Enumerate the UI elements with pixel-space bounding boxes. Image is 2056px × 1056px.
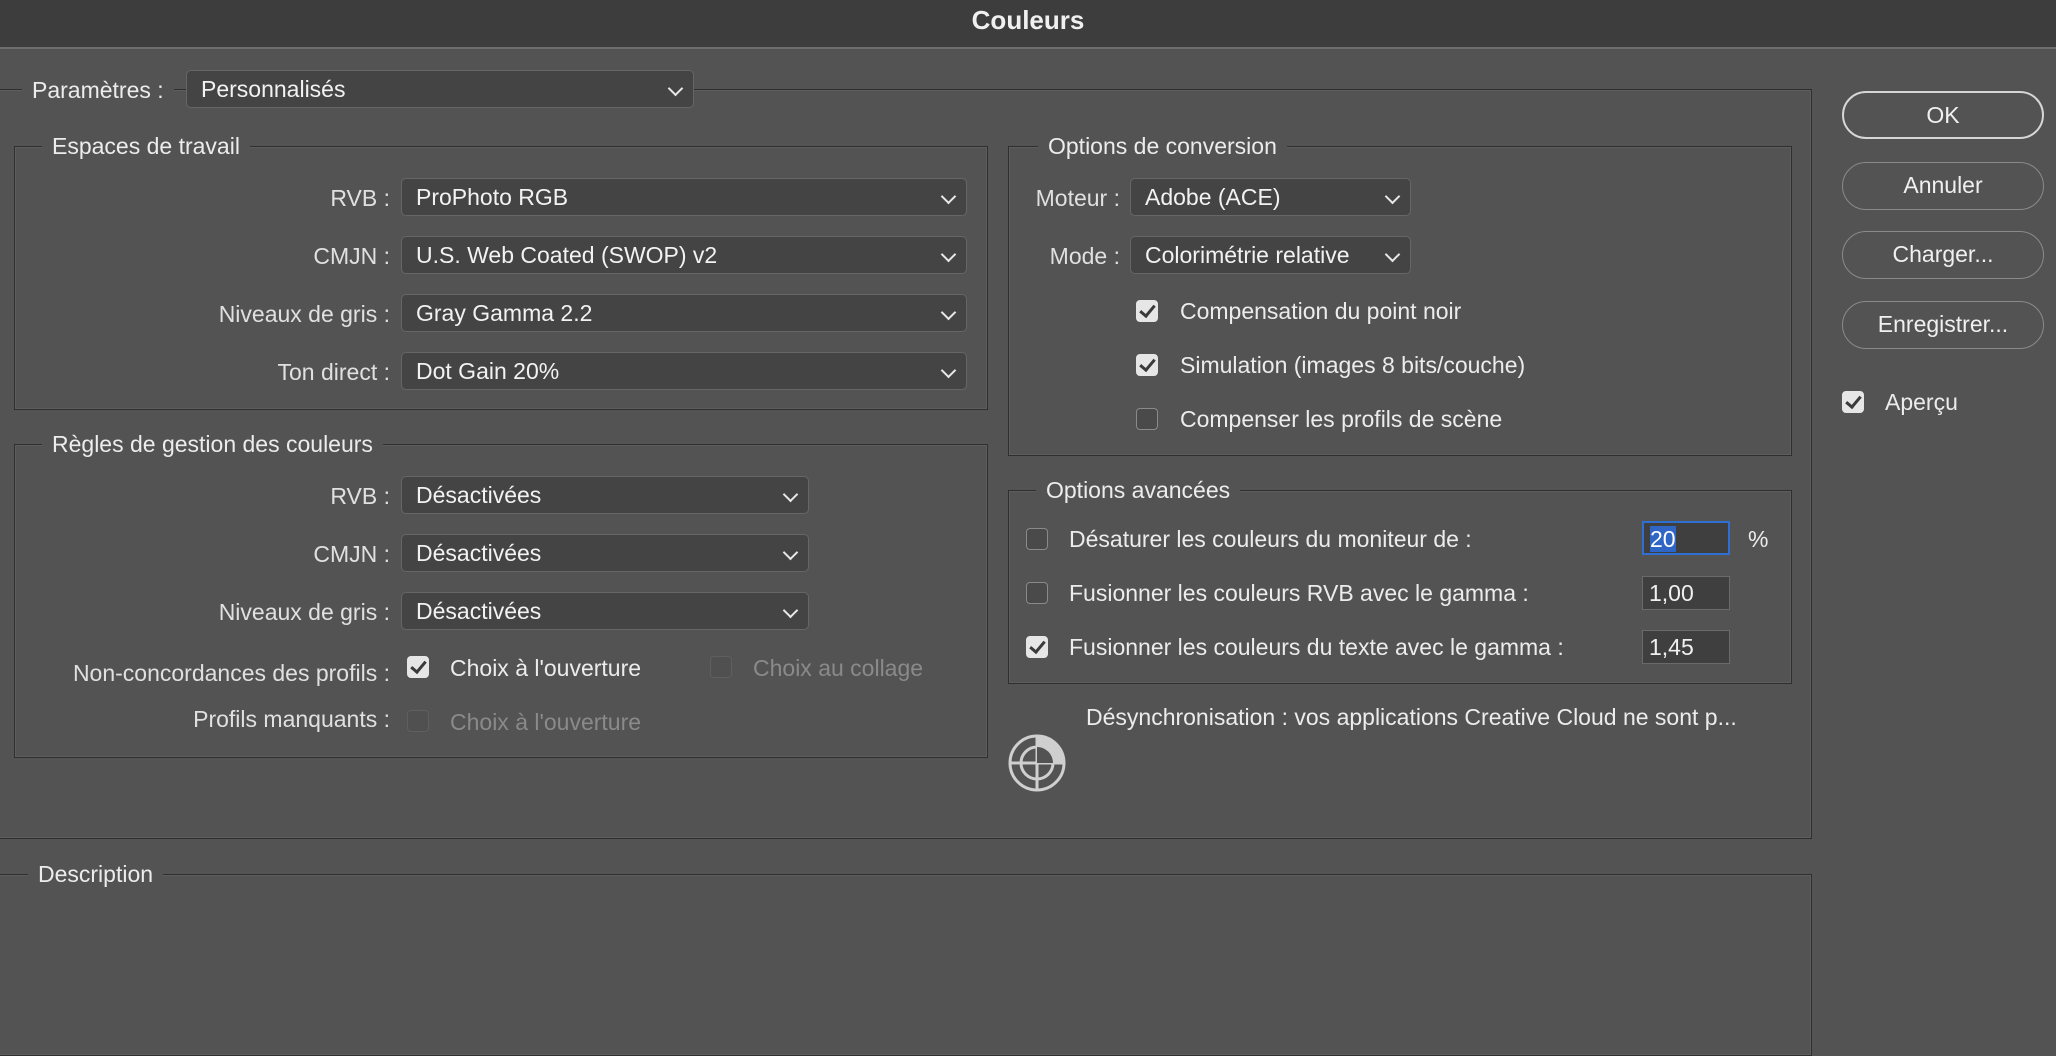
settings-label: Paramètres : bbox=[22, 77, 174, 104]
description-title: Description bbox=[28, 861, 164, 888]
description-group bbox=[0, 874, 1812, 1056]
chevron-down-icon bbox=[782, 486, 799, 503]
chevron-down-icon bbox=[667, 80, 684, 97]
mismatch-label: Non-concordances des profils : bbox=[72, 660, 390, 686]
missing-label: Profils manquants : bbox=[193, 706, 390, 732]
cancel-button[interactable]: Annuler bbox=[1842, 162, 2044, 210]
working-spaces-title: Espaces de travail bbox=[42, 133, 250, 160]
blend-text-input[interactable]: 1,45 bbox=[1642, 630, 1730, 664]
blend-text-value: 1,45 bbox=[1649, 634, 1694, 660]
settings-value: Personnalisés bbox=[201, 76, 346, 102]
title-bar: Couleurs bbox=[0, 0, 2056, 49]
chevron-down-icon bbox=[940, 246, 957, 263]
ws-rgb-select[interactable]: ProPhoto RGB bbox=[401, 178, 967, 216]
ws-spot-label: Ton direct : bbox=[277, 359, 391, 385]
sync-icon bbox=[1006, 732, 1068, 794]
desaturate-unit: % bbox=[1748, 526, 1769, 552]
missing-open-checkbox[interactable] bbox=[407, 710, 429, 732]
dither-label: Simulation (images 8 bits/couche) bbox=[1180, 352, 1526, 378]
desaturate-value: 20 bbox=[1650, 526, 1676, 552]
desaturate-input[interactable]: 20 bbox=[1642, 521, 1730, 555]
chevron-down-icon bbox=[940, 188, 957, 205]
blend-rgb-value: 1,00 bbox=[1649, 580, 1694, 606]
policy-gray-label: Niveaux de gris : bbox=[218, 599, 390, 625]
policy-gray-select[interactable]: Désactivées bbox=[401, 592, 809, 630]
ws-spot-value: Dot Gain 20% bbox=[416, 358, 560, 384]
ws-cmyk-label: CMJN : bbox=[313, 243, 390, 269]
mismatch-paste-checkbox[interactable] bbox=[710, 656, 732, 678]
preview-checkbox[interactable] bbox=[1842, 391, 1864, 413]
window-title: Couleurs bbox=[971, 5, 1085, 35]
ws-spot-select[interactable]: Dot Gain 20% bbox=[401, 352, 967, 390]
intent-select[interactable]: Colorimétrie relative bbox=[1130, 236, 1411, 274]
policy-rgb-label: RVB : bbox=[330, 483, 390, 509]
ws-rgb-label: RVB : bbox=[330, 185, 390, 211]
desaturate-checkbox[interactable] bbox=[1026, 528, 1048, 550]
dither-checkbox[interactable] bbox=[1136, 354, 1158, 376]
chevron-down-icon bbox=[1384, 188, 1401, 205]
conversion-title: Options de conversion bbox=[1038, 133, 1287, 160]
blend-rgb-checkbox[interactable] bbox=[1026, 582, 1048, 604]
scene-profiles-checkbox[interactable] bbox=[1136, 408, 1158, 430]
engine-select[interactable]: Adobe (ACE) bbox=[1130, 178, 1411, 216]
preview-label: Aperçu bbox=[1885, 389, 1958, 415]
engine-value: Adobe (ACE) bbox=[1145, 184, 1281, 210]
mismatch-paste-label: Choix au collage bbox=[753, 655, 924, 681]
load-button[interactable]: Charger... bbox=[1842, 231, 2044, 279]
save-button[interactable]: Enregistrer... bbox=[1842, 301, 2044, 349]
engine-label: Moteur : bbox=[1035, 185, 1120, 211]
chevron-down-icon bbox=[1384, 246, 1401, 263]
policy-cmyk-select[interactable]: Désactivées bbox=[401, 534, 809, 572]
scene-profiles-label: Compenser les profils de scène bbox=[1180, 406, 1503, 432]
blend-rgb-label: Fusionner les couleurs RVB avec le gamma… bbox=[1069, 580, 1529, 606]
blend-rgb-input[interactable]: 1,00 bbox=[1642, 576, 1730, 610]
intent-label: Mode : bbox=[1049, 243, 1120, 269]
policy-gray-value: Désactivées bbox=[416, 598, 542, 624]
policy-rgb-select[interactable]: Désactivées bbox=[401, 476, 809, 514]
mismatch-open-checkbox[interactable] bbox=[407, 656, 429, 678]
policy-cmyk-value: Désactivées bbox=[416, 540, 542, 566]
ws-cmyk-value: U.S. Web Coated (SWOP) v2 bbox=[416, 242, 718, 268]
blend-text-label: Fusionner les couleurs du texte avec le … bbox=[1069, 634, 1564, 660]
mismatch-open-label: Choix à l'ouverture bbox=[450, 655, 642, 681]
ok-button[interactable]: OK bbox=[1842, 91, 2044, 139]
sync-message: Désynchronisation : vos applications Cre… bbox=[1086, 704, 1737, 730]
ws-gray-value: Gray Gamma 2.2 bbox=[416, 300, 593, 326]
settings-select[interactable]: Personnalisés bbox=[186, 70, 694, 108]
ws-gray-label: Niveaux de gris : bbox=[218, 301, 390, 327]
desaturate-label: Désaturer les couleurs du moniteur de : bbox=[1069, 526, 1472, 552]
chevron-down-icon bbox=[782, 602, 799, 619]
black-point-label: Compensation du point noir bbox=[1180, 298, 1462, 324]
policy-rgb-value: Désactivées bbox=[416, 482, 542, 508]
intent-value: Colorimétrie relative bbox=[1145, 242, 1350, 268]
chevron-down-icon bbox=[940, 362, 957, 379]
ws-rgb-value: ProPhoto RGB bbox=[416, 184, 569, 210]
ws-cmyk-select[interactable]: U.S. Web Coated (SWOP) v2 bbox=[401, 236, 967, 274]
policy-cmyk-label: CMJN : bbox=[313, 541, 390, 567]
chevron-down-icon bbox=[940, 304, 957, 321]
advanced-title: Options avancées bbox=[1036, 477, 1241, 504]
policies-title: Règles de gestion des couleurs bbox=[42, 431, 383, 458]
blend-text-checkbox[interactable] bbox=[1026, 636, 1048, 658]
black-point-checkbox[interactable] bbox=[1136, 300, 1158, 322]
missing-open-label: Choix à l'ouverture bbox=[450, 709, 642, 735]
ws-gray-select[interactable]: Gray Gamma 2.2 bbox=[401, 294, 967, 332]
chevron-down-icon bbox=[782, 544, 799, 561]
